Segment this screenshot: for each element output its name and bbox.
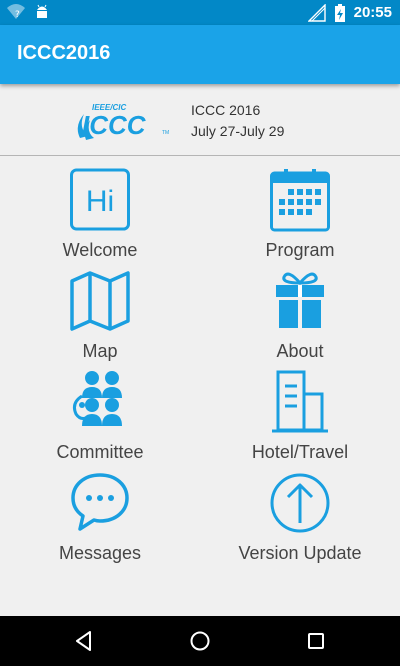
hi-icon: Hi [70,168,130,231]
menu-label-about: About [276,341,324,361]
logo-large-text: ICCC [82,110,147,140]
menu-item-program[interactable]: Program [200,160,400,260]
app-title: ICCC2016 [17,42,111,64]
people-icon [73,371,122,426]
navigation-bar [0,616,400,666]
menu-label-messages: Messages [58,543,142,563]
menu-label-version-update: Version Update [238,543,362,563]
menu-item-about[interactable]: About [200,261,400,361]
conference-dates: July 27-July 29 [191,123,285,139]
wifi-unknown-icon: ? [7,4,25,20]
menu-label-program: Program [265,240,335,260]
gift-icon [276,272,324,328]
recents-icon[interactable] [304,629,328,653]
svg-text:Hi: Hi [86,185,114,218]
menu-grid: Hi Welcome Program Map About Committee H… [0,160,400,616]
menu-item-map[interactable]: Map [0,261,200,361]
back-icon[interactable] [72,629,96,653]
battery-charging-icon [334,3,345,22]
building-icon [272,370,328,433]
menu-label-map: Map [82,341,118,361]
logo-tm-text: TM [162,130,169,136]
menu-label-welcome: Welcome [62,240,138,260]
menu-label-committee: Committee [56,442,144,462]
menu-label-hotel-travel: Hotel/Travel [251,442,349,462]
android-icon [37,4,47,18]
app-bar: ICCC2016 [0,25,400,84]
svg-text:?: ? [15,10,20,20]
iccc-logo: IEEE/CIC ICCC TM [77,103,169,140]
calendar-icon [270,169,330,232]
status-time: 20:55 [353,4,392,21]
no-signal-icon [307,3,326,22]
chat-icon [71,473,129,531]
conference-name: ICCC 2016 [191,102,261,118]
menu-item-version-update[interactable]: Version Update [200,463,400,563]
menu-item-committee[interactable]: Committee [0,362,200,462]
map-icon [70,271,130,331]
menu-item-hotel-travel[interactable]: Hotel/Travel [200,362,400,462]
status-bar: ? 20:55 [0,0,400,25]
menu-item-messages[interactable]: Messages [0,463,200,563]
menu-item-welcome[interactable]: Hi Welcome [0,160,200,260]
home-icon[interactable] [188,629,212,653]
upload-arrow-icon [270,473,330,533]
conference-header: IEEE/CIC ICCC TM ICCC 2016 July 27-July … [0,84,400,156]
